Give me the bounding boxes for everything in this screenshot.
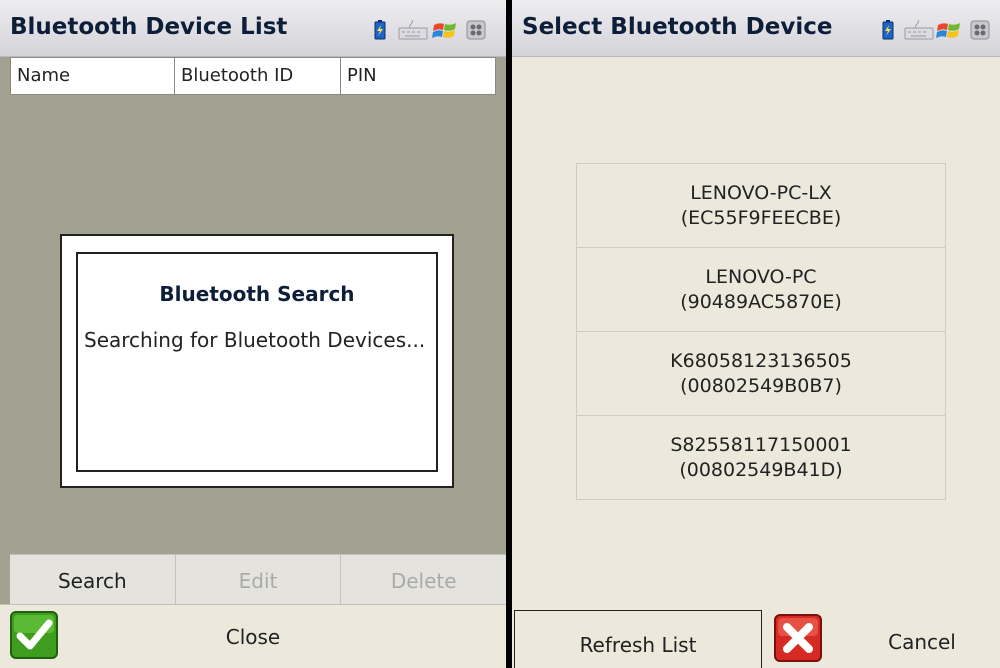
- page-title: Bluetooth Device List: [10, 14, 288, 40]
- system-tray: [878, 20, 1000, 40]
- device-name: LENOVO-PC-LX: [690, 181, 832, 204]
- system-menu-icon[interactable]: [466, 20, 486, 40]
- title-bar: Select Bluetooth Device: [512, 0, 1000, 57]
- keyboard-icon[interactable]: [904, 20, 934, 40]
- device-button[interactable]: LENOVO-PC (90489AC5870E): [576, 247, 946, 332]
- system-menu-icon[interactable]: [970, 20, 990, 40]
- device-address: (00802549B41D): [679, 458, 843, 481]
- dialog-frame: Bluetooth Search Searching for Bluetooth…: [76, 252, 438, 472]
- dialog-title: Bluetooth Search: [159, 282, 355, 306]
- bottom-bar: Close: [0, 604, 506, 668]
- device-button[interactable]: S82558117150001 (00802549B41D): [576, 415, 946, 500]
- delete-button[interactable]: Delete: [341, 555, 506, 605]
- device-button[interactable]: LENOVO-PC-LX (EC55F9FEECBE): [576, 163, 946, 248]
- windows-start-icon[interactable]: [936, 20, 962, 40]
- device-name: K68058123136505: [670, 349, 852, 372]
- column-header-bluetooth-id[interactable]: Bluetooth ID: [175, 58, 341, 94]
- device-address: (00802549B0B7): [680, 374, 842, 397]
- device-list: LENOVO-PC-LX (EC55F9FEECBE) LENOVO-PC (9…: [576, 163, 946, 500]
- bluetooth-device-list-screen: Bluetooth Device List Name Bluetooth ID …: [0, 0, 506, 668]
- device-table-header: Name Bluetooth ID PIN: [10, 57, 496, 95]
- device-name: LENOVO-PC: [705, 265, 817, 288]
- column-header-pin[interactable]: PIN: [341, 58, 495, 94]
- close-button[interactable]: Close: [0, 625, 506, 649]
- cancel-button[interactable]: Cancel: [842, 630, 1000, 654]
- title-bar: Bluetooth Device List: [0, 0, 506, 57]
- system-tray: [370, 20, 498, 40]
- dialog-message: Searching for Bluetooth Devices...: [84, 328, 426, 352]
- page-title: Select Bluetooth Device: [522, 14, 833, 40]
- select-bluetooth-device-screen: Select Bluetooth Device LENOVO-PC-LX (EC…: [512, 0, 1000, 668]
- edit-button[interactable]: Edit: [176, 555, 342, 605]
- refresh-list-button[interactable]: Refresh List: [514, 610, 762, 668]
- cancel-x-icon[interactable]: [774, 614, 822, 662]
- device-address: (EC55F9FEECBE): [680, 206, 842, 229]
- column-header-name[interactable]: Name: [11, 58, 175, 94]
- device-name: S82558117150001: [670, 433, 852, 456]
- bottom-bar: Refresh List Cancel: [512, 608, 1000, 668]
- keyboard-icon[interactable]: [398, 20, 428, 40]
- battery-icon[interactable]: [878, 20, 898, 40]
- battery-icon[interactable]: [370, 20, 390, 40]
- bluetooth-search-dialog: Bluetooth Search Searching for Bluetooth…: [60, 234, 454, 488]
- device-address: (90489AC5870E): [680, 290, 842, 313]
- action-button-bar: Search Edit Delete: [10, 554, 506, 605]
- device-button[interactable]: K68058123136505 (00802549B0B7): [576, 331, 946, 416]
- search-button[interactable]: Search: [10, 555, 176, 605]
- windows-start-icon[interactable]: [432, 20, 458, 40]
